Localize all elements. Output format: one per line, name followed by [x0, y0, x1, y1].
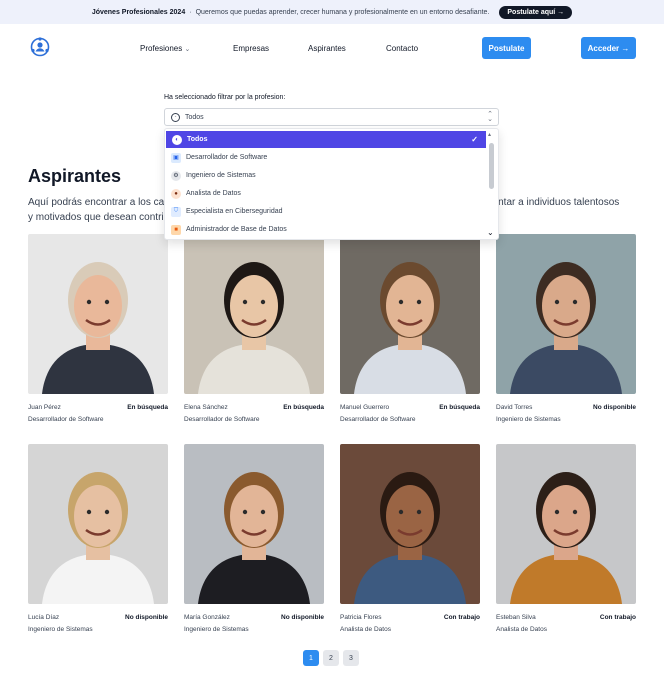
candidate-card[interactable]: Lucía Díaz No disponible Ingeniero de Sist… — [28, 444, 168, 639]
announcement-text: Queremos que puedas aprender, crecer hum… — [195, 8, 490, 16]
filter-label: Ha seleccionado filtrar por la profesion… — [164, 94, 286, 101]
candidate-card[interactable]: Manuel Guerrero En búsqueda Desarrollador … — [340, 234, 480, 429]
intro-text-left: Aquí podrás encontrar a los ca — [28, 197, 165, 208]
candidate-photo[interactable] — [340, 444, 480, 604]
postulate-button[interactable]: Postulate — [482, 37, 531, 59]
candidate-card[interactable]: María González No disponible Ingeniero de … — [184, 444, 324, 639]
profession-select-value: Todos — [185, 113, 204, 121]
dropdown-option-ciberseguridad[interactable]: ⛉ Especialista en Ciberseguridad — [165, 203, 486, 220]
dropdown-option-todos[interactable]: ◐ Todos ✓ — [166, 131, 486, 148]
dropdown-option-desarrollador[interactable]: ▣ Desarrollador de Software — [165, 149, 486, 166]
candidate-status: En búsqueda — [127, 404, 168, 411]
check-icon: ✓ — [471, 135, 478, 144]
candidate-name[interactable]: Patricia Flores — [340, 614, 382, 621]
candidate-status: No disponible — [125, 614, 168, 621]
database-icon: ■ — [171, 224, 181, 235]
candidate-status: En búsqueda — [283, 404, 324, 411]
page-3-button[interactable]: 3 — [343, 650, 359, 666]
chevron-down-icon: ⌄ — [184, 46, 191, 53]
shield-icon: ⛉ — [171, 206, 181, 217]
candidate-role: Desarrollador de Software — [340, 416, 416, 423]
profession-dropdown: ◐ Todos ✓ ▣ Desarrollador de Software ⚙ … — [164, 128, 499, 240]
page-1-button[interactable]: 1 — [303, 650, 319, 666]
dropdown-option-ingeniero[interactable]: ⚙ Ingeniero de Sistemas — [165, 167, 486, 184]
candidate-name[interactable]: Manuel Guerrero — [340, 404, 389, 411]
candidate-photo[interactable] — [496, 444, 636, 604]
intro-text-line2: y motivados que desean contri — [28, 212, 164, 223]
dropdown-scrollbar[interactable]: ▴ ⌄ — [487, 131, 496, 237]
candidate-photo[interactable] — [28, 444, 168, 604]
announcement-cta-button[interactable]: Postulate aquí → — [499, 5, 573, 19]
dropdown-option-analista[interactable]: ● Analista de Datos — [165, 185, 486, 202]
candidate-card[interactable]: Elena Sánchez En búsqueda Desarrollador de… — [184, 234, 324, 429]
main-nav: Profesiones ⌄ Empresas Aspirantes Contac… — [0, 24, 664, 72]
candidate-role: Analista de Datos — [340, 626, 391, 633]
nav-link-aspirantes[interactable]: Aspirantes — [308, 44, 346, 53]
candidate-name[interactable]: Elena Sánchez — [184, 404, 228, 411]
announcement-title: Jóvenes Profesionales 2024 — [91, 8, 186, 16]
announcement-bar: Jóvenes Profesionales 2024 · Queremos qu… — [0, 0, 664, 24]
engineer-icon: ⚙ — [171, 170, 181, 181]
candidate-status: No disponible — [281, 614, 324, 621]
candidate-status: Con trabajo — [443, 614, 480, 621]
nav-link-empresas[interactable]: Empresas — [233, 44, 269, 53]
candidate-role: Desarrollador de Software — [28, 416, 104, 423]
login-button[interactable]: Acceder → — [581, 37, 636, 59]
candidate-name[interactable]: Esteban Silva — [496, 614, 536, 621]
profession-select[interactable]: ◦ Todos ⌃ ⌄ — [164, 108, 499, 126]
analyst-icon: ● — [171, 188, 181, 199]
candidate-role: Desarrollador de Software — [184, 416, 260, 423]
developer-icon: ▣ — [171, 152, 181, 163]
candidate-role: Ingeniero de Sistemas — [496, 416, 561, 423]
candidate-photo[interactable] — [184, 234, 324, 394]
candidate-role: Ingeniero de Sistemas — [28, 626, 93, 633]
globe-icon: ◐ — [172, 134, 182, 145]
candidate-card[interactable]: David Torres No disponible Ingeniero de Si… — [496, 234, 636, 429]
candidate-card[interactable]: Esteban Silva Con trabajo Analista de Dato… — [496, 444, 636, 639]
candidate-photo[interactable] — [184, 444, 324, 604]
select-caret-icon: ⌃ ⌄ — [487, 111, 493, 123]
candidate-status: No disponible — [593, 404, 636, 411]
candidate-name[interactable]: David Torres — [496, 404, 532, 411]
candidate-photo[interactable] — [28, 234, 168, 394]
announcement-separator: · — [189, 8, 192, 16]
candidate-photo[interactable] — [496, 234, 636, 394]
candidate-card[interactable]: Juan Pérez En búsqueda Desarrollador de So… — [28, 234, 168, 429]
dropdown-option-base-datos[interactable]: ■ Administrador de Base de Datos — [165, 221, 486, 238]
nav-link-profesiones[interactable]: Profesiones ⌄ — [140, 44, 190, 53]
candidate-status: En búsqueda — [439, 404, 480, 411]
candidate-status: Con trabajo — [599, 614, 636, 621]
intro-text-right: esentar a individuos talentosos — [482, 197, 620, 208]
chevron-down-icon[interactable]: ⌄ — [487, 228, 494, 237]
candidate-card[interactable]: Patricia Flores Con trabajo Analista de Da… — [340, 444, 480, 639]
scrollbar-thumb[interactable] — [489, 143, 494, 189]
candidate-name[interactable]: María González — [184, 614, 230, 621]
candidate-role: Analista de Datos — [496, 626, 547, 633]
section-title: Aspirantes — [28, 166, 122, 186]
candidate-photo[interactable] — [340, 234, 480, 394]
candidate-name[interactable]: Juan Pérez — [28, 404, 61, 411]
nav-link-contacto[interactable]: Contacto — [386, 44, 418, 53]
globe-icon: ◦ — [171, 112, 180, 122]
page-2-button[interactable]: 2 — [323, 650, 339, 666]
candidate-role: Ingeniero de Sistemas — [184, 626, 249, 633]
logo-icon[interactable] — [30, 37, 50, 57]
candidate-name[interactable]: Lucía Díaz — [28, 614, 59, 621]
scroll-up-icon[interactable]: ▴ — [488, 131, 491, 138]
